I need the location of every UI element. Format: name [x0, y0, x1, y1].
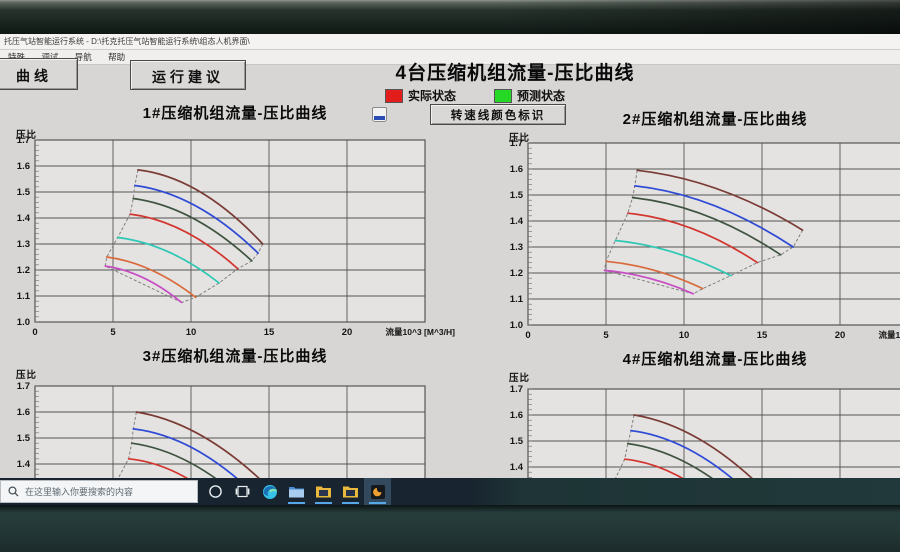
run-advice-button[interactable]: 运行建议 — [130, 60, 246, 90]
plot-area — [35, 140, 425, 322]
y-tick-label: 1.2 — [17, 265, 30, 276]
y-tick-label: 1.6 — [17, 161, 30, 172]
open-app-indicator — [315, 502, 332, 504]
y-tick-label: 1.6 — [510, 164, 523, 175]
x-tick-label: 5 — [110, 327, 116, 338]
chart-panel-2: 1.0 1.1 1.2 1.3 1.4 1.5 1.6 1.7 0 5 10 15 20 流量10^3 [… — [493, 135, 900, 354]
x-tick-label: 0 — [525, 330, 530, 341]
x-tick-label: 15 — [264, 327, 275, 338]
y-tick-label: 1.5 — [510, 190, 524, 201]
x-tick-label: 10 — [679, 330, 690, 341]
media-app-icon[interactable] — [364, 478, 391, 505]
y-tick-label: 1.2 — [510, 268, 523, 279]
status-legend: 实际状态 预测状态 — [385, 87, 645, 104]
legend-predicted-label: 预测状态 — [517, 87, 565, 104]
page-title: 4台压缩机组流量-压比曲线 — [340, 58, 690, 85]
taskbar-search-input[interactable]: 在这里输入你要搜索的内容 — [0, 480, 198, 503]
y-tick-label: 1.6 — [510, 410, 523, 421]
y-tick-label: 1.5 — [17, 433, 31, 444]
y-tick-label: 1.1 — [17, 291, 31, 302]
search-placeholder: 在这里输入你要搜索的内容 — [25, 485, 133, 498]
chart2-title: 2#压缩机组流量-压比曲线 — [535, 108, 895, 129]
y-tick-label: 1.4 — [17, 459, 31, 470]
y-tick-label: 1.3 — [510, 242, 523, 253]
legend-actual-label: 实际状态 — [408, 87, 456, 104]
y-tick-label: 1.3 — [17, 239, 30, 250]
edge-icon[interactable] — [256, 478, 283, 505]
chart1-title: 1#压缩机组流量-压比曲线 — [55, 102, 415, 123]
x-tick-label: 0 — [32, 327, 37, 338]
folder-app-icon-1[interactable] — [310, 478, 337, 505]
chart-panel-1: 1.0 1.1 1.2 1.3 1.4 1.5 1.6 1.7 0 5 10 15 20 流量10^3 [… — [0, 132, 475, 351]
open-app-indicator — [369, 502, 386, 504]
y-tick-label: 1.5 — [510, 436, 524, 447]
chart-svg: 1.0 1.1 1.2 1.3 1.4 1.5 1.6 1.7 0 5 10 15 20 流量10^3 [… — [493, 135, 900, 349]
x-tick-label: 20 — [342, 327, 353, 338]
task-view-icon[interactable] — [229, 478, 256, 505]
y-tick-label: 1.7 — [510, 138, 523, 149]
photo-top-band — [0, 0, 900, 34]
photo-bottom-band — [0, 505, 900, 552]
predicted-status-swatch — [494, 89, 512, 103]
legend-predicted: 预测状态 — [494, 87, 565, 104]
curve-button[interactable]: 曲线 — [0, 58, 78, 90]
x-tick-label: 5 — [603, 330, 609, 341]
y-tick-label: 1.7 — [510, 384, 523, 395]
y-tick-label: 1.5 — [17, 187, 31, 198]
y-tick-label: 1.4 — [17, 213, 31, 224]
actual-status-swatch — [385, 89, 403, 103]
y-tick-label: 1.0 — [510, 320, 523, 331]
chart-svg: 1.0 1.1 1.2 1.3 1.4 1.5 1.6 1.7 0 5 10 15 20 流量10^3 [… — [0, 132, 475, 346]
file-explorer-icon[interactable] — [283, 478, 310, 505]
search-icon — [8, 486, 19, 497]
folder-app-icon-2[interactable] — [337, 478, 364, 505]
cortana-icon[interactable] — [202, 478, 229, 505]
y-tick-label: 1.1 — [510, 294, 524, 305]
windows-taskbar: 在这里输入你要搜索的内容 — [0, 478, 900, 505]
x-tick-label: 20 — [835, 330, 846, 341]
window-titlebar: 托压气站智能运行系统 - D:\托克托压气站智能运行系统\组态人机界面\ — [0, 34, 900, 50]
y-tick-label: 1.4 — [510, 462, 524, 473]
y-tick-label: 1.7 — [17, 381, 30, 392]
y-tick-label: 1.6 — [17, 407, 30, 418]
x-axis-label: 流量10^3 [M^3/H] — [879, 330, 900, 340]
y-tick-label: 1.7 — [17, 135, 30, 146]
x-axis-label: 流量10^3 [M^3/H] — [386, 327, 456, 337]
open-app-indicator — [342, 502, 359, 504]
y-tick-label: 1.4 — [510, 216, 524, 227]
x-tick-label: 15 — [757, 330, 768, 341]
y-tick-label: 1.0 — [17, 317, 30, 328]
x-tick-label: 10 — [186, 327, 197, 338]
plot-area — [528, 143, 900, 325]
window-title: 托压气站智能运行系统 - D:\托克托压气站智能运行系统\组态人机界面\ — [4, 37, 250, 46]
menu-item-help[interactable]: 帮助 — [108, 52, 125, 62]
taskbar-icons — [202, 478, 391, 505]
monitor-screen: 托压气站智能运行系统 - D:\托克托压气站智能运行系统\组态人机界面\ 特殊 … — [0, 34, 900, 505]
open-app-indicator — [288, 502, 305, 504]
